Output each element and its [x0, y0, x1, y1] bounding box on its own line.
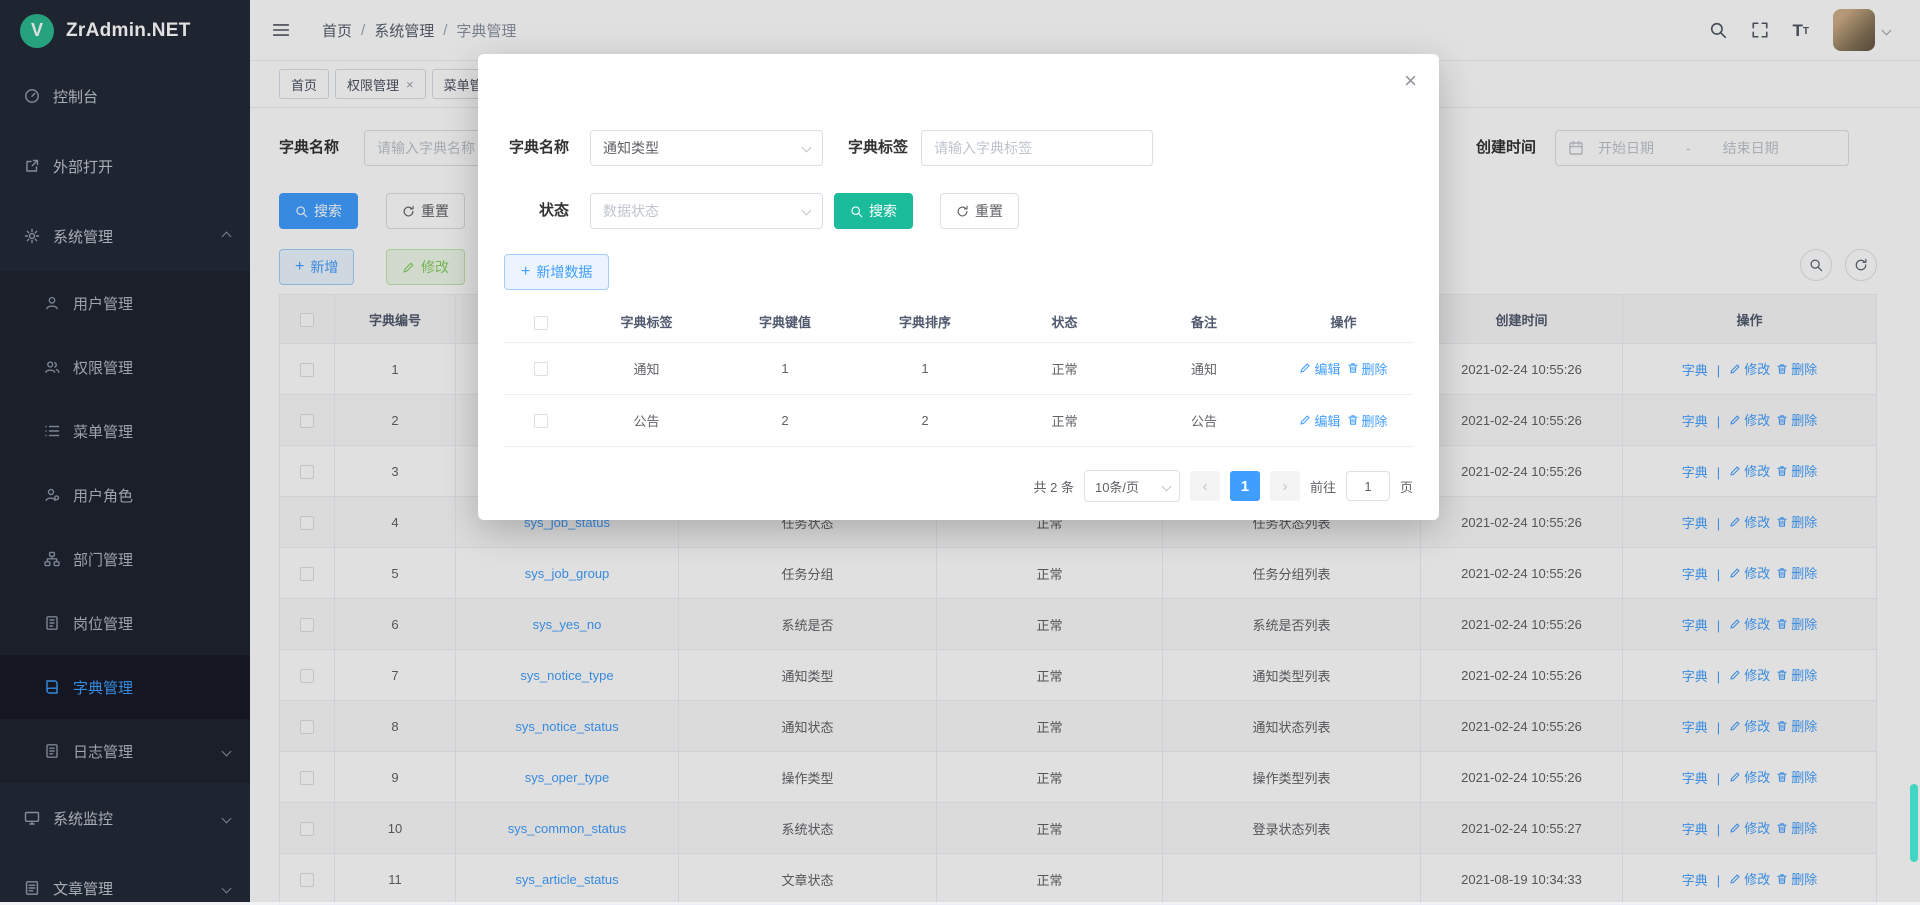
jump-suffix: 页: [1400, 477, 1413, 496]
column-header: 字典排序: [855, 302, 995, 342]
cell-remark: 通知: [1134, 342, 1274, 394]
chevron-down-icon: [1162, 482, 1172, 492]
edit-link[interactable]: 编辑: [1299, 359, 1340, 378]
column-header: 备注: [1134, 302, 1274, 342]
row-checkbox[interactable]: [534, 362, 548, 376]
dict-name-select[interactable]: 通知类型: [590, 130, 823, 166]
page-size-value: 10条/页: [1095, 477, 1139, 496]
column-header: 字典标签: [578, 302, 715, 342]
header-checkbox-cell: [504, 302, 578, 342]
dialog-search-button[interactable]: 搜索: [834, 193, 913, 229]
cell-remark: 公告: [1134, 394, 1274, 446]
page-size-select[interactable]: 10条/页: [1084, 470, 1180, 502]
pencil-icon: [1299, 362, 1311, 374]
refresh-icon: [956, 205, 969, 218]
delete-link[interactable]: 删除: [1347, 359, 1388, 378]
cell-sort: 1: [855, 342, 995, 394]
table-row: 通知11正常通知编辑删除: [504, 342, 1413, 394]
dialog-reset-button[interactable]: 重置: [940, 193, 1019, 229]
cell-status: 正常: [995, 342, 1134, 394]
status-select[interactable]: 数据状态: [590, 193, 823, 229]
dict-name-select-value: 通知类型: [603, 138, 659, 158]
add-data-button[interactable]: + 新增数据: [504, 254, 609, 290]
delete-link[interactable]: 删除: [1347, 411, 1388, 430]
cell-label: 通知: [578, 342, 715, 394]
cell-checkbox: [504, 342, 578, 394]
dialog-status-label: 状态: [478, 193, 569, 229]
dialog-dict-name-label: 字典名称: [478, 130, 569, 166]
page-button-1[interactable]: 1: [1230, 471, 1260, 501]
edit-link[interactable]: 编辑: [1299, 411, 1340, 430]
status-select-placeholder: 数据状态: [603, 201, 659, 221]
pagination: 共 2 条 10条/页 ‹ 1 › 前往 页: [504, 470, 1413, 502]
search-icon: [850, 205, 863, 218]
select-all-checkbox[interactable]: [534, 316, 548, 330]
table-row: 公告22正常公告编辑删除: [504, 394, 1413, 446]
next-page-button[interactable]: ›: [1270, 471, 1300, 501]
column-header: 字典键值: [715, 302, 855, 342]
jump-page-input[interactable]: [1346, 471, 1390, 501]
cell-label: 公告: [578, 394, 715, 446]
chevron-down-icon: [802, 206, 812, 216]
dict-label-input[interactable]: [921, 130, 1153, 166]
pagination-total: 共 2 条: [1034, 477, 1074, 496]
column-header: 状态: [995, 302, 1134, 342]
row-checkbox[interactable]: [534, 414, 548, 428]
trash-icon: [1347, 362, 1359, 374]
dict-data-dialog: × 字典名称 通知类型 字典标签 状态 数据状态 搜索 重置 + 新增数据 字典…: [478, 54, 1439, 520]
jump-prefix: 前往: [1310, 477, 1336, 496]
cell-value: 2: [715, 394, 855, 446]
dict-data-table: 字典标签字典键值字典排序状态备注操作通知11正常通知编辑删除公告22正常公告编辑…: [504, 302, 1413, 447]
close-icon[interactable]: ×: [1404, 70, 1417, 92]
dialog-dict-label-label: 字典标签: [818, 130, 908, 166]
cell-value: 1: [715, 342, 855, 394]
cell-status: 正常: [995, 394, 1134, 446]
cell-actions: 编辑删除: [1274, 342, 1413, 394]
cell-actions: 编辑删除: [1274, 394, 1413, 446]
column-header: 操作: [1274, 302, 1413, 342]
trash-icon: [1347, 414, 1359, 426]
pencil-icon: [1299, 414, 1311, 426]
cell-checkbox: [504, 394, 578, 446]
table-header-row: 字典标签字典键值字典排序状态备注操作: [504, 302, 1413, 342]
prev-page-button[interactable]: ‹: [1190, 471, 1220, 501]
cell-sort: 2: [855, 394, 995, 446]
chevron-down-icon: [802, 143, 812, 153]
scrollbar-thumb[interactable]: [1910, 784, 1918, 862]
plus-icon: +: [521, 264, 530, 280]
